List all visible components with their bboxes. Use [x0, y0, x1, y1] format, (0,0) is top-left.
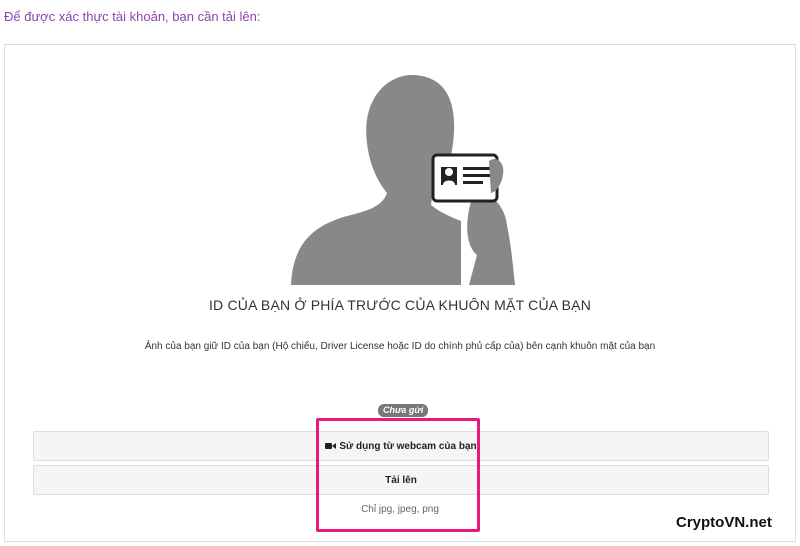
upload-button[interactable]: Tải lên	[33, 465, 769, 495]
status-badge: Chưa gửi	[378, 404, 429, 417]
webcam-button-label: Sử dụng từ webcam của bạn	[339, 440, 477, 452]
watermark: CryptoVN.net	[676, 514, 772, 531]
intro-text: Để được xác thực tài khoản, bạn cần tải …	[4, 9, 261, 24]
person-holding-id-card-icon	[291, 75, 515, 285]
webcam-button[interactable]: Sử dụng từ webcam của bạn	[33, 431, 769, 461]
verification-panel: ID CỦA BẠN Ở PHÍA TRƯỚC CỦA KHUÔN MẶT CỦ…	[4, 44, 796, 542]
upload-button-label: Tải lên	[385, 474, 417, 486]
video-camera-icon	[325, 443, 337, 449]
verification-title: ID CỦA BẠN Ở PHÍA TRƯỚC CỦA KHUÔN MẶT CỦ…	[208, 297, 592, 313]
verification-description: Ảnh của bạn giữ ID của bạn (Hộ chiếu, Dr…	[144, 341, 656, 352]
page: Để được xác thực tài khoản, bạn cần tải …	[0, 0, 800, 546]
